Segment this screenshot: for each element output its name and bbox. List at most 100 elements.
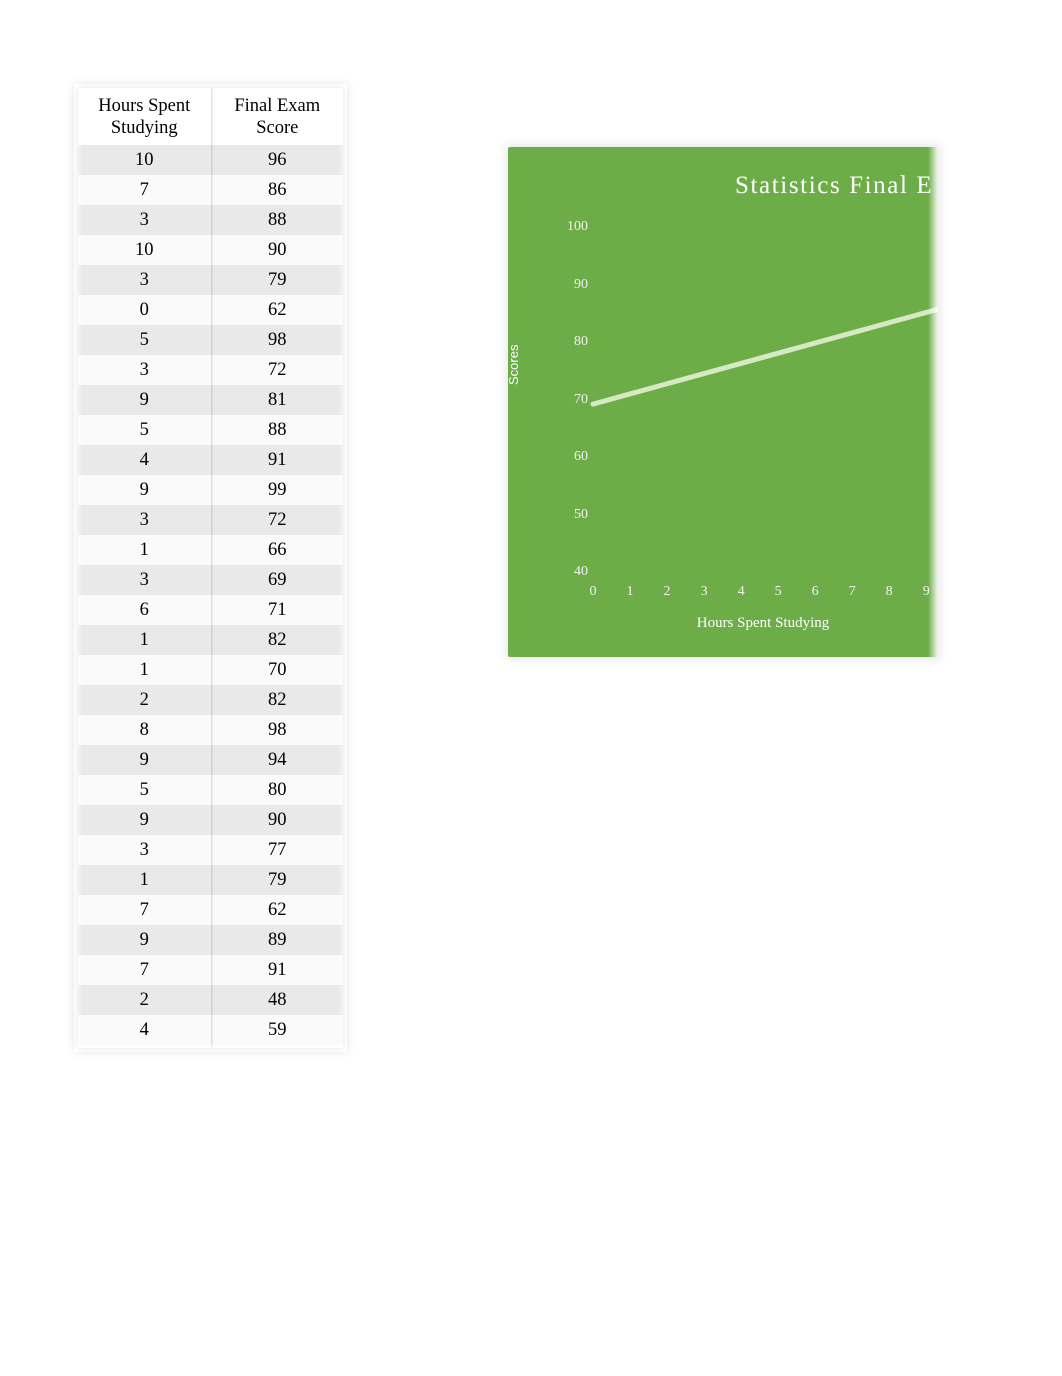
study-scores-table: Hours Spent Studying Final Exam Score 10… xyxy=(78,88,343,1045)
chart-x-axis-tick-labels: 0 1 2 3 4 5 6 7 8 9 xyxy=(590,584,938,604)
table-row: 3 72 xyxy=(78,355,343,385)
chart-title: Statistics Final E xyxy=(735,172,934,199)
cell-hours-spent-studying: 3 xyxy=(78,565,212,595)
table-row: 1 70 xyxy=(78,655,343,685)
table-row: 4 91 xyxy=(78,445,343,475)
table-row: 6 71 xyxy=(78,595,343,625)
column-header-hours-line1: Hours Spent xyxy=(98,96,191,116)
cell-hours-spent-studying: 3 xyxy=(78,355,212,385)
table-row: 1 82 xyxy=(78,625,343,655)
x-tick-label: 7 xyxy=(848,584,856,599)
cell-final-exam-score: 90 xyxy=(210,805,343,835)
cell-final-exam-score: 88 xyxy=(210,205,343,235)
cell-hours-spent-studying: 4 xyxy=(78,1015,212,1045)
cell-hours-spent-studying: 1 xyxy=(78,625,212,655)
column-header-score-line1: Final Exam xyxy=(234,96,321,116)
chart-plot-area xyxy=(590,227,938,572)
table-row: 4 59 xyxy=(78,1015,343,1045)
cell-hours-spent-studying: 9 xyxy=(78,475,212,505)
table-row: 3 79 xyxy=(78,265,343,295)
cell-hours-spent-studying: 7 xyxy=(78,895,212,925)
cell-final-exam-score: 70 xyxy=(210,655,343,685)
cell-hours-spent-studying: 0 xyxy=(78,295,212,325)
table-row: 2 82 xyxy=(78,685,343,715)
cell-final-exam-score: 89 xyxy=(210,925,343,955)
cell-hours-spent-studying: 5 xyxy=(78,415,212,445)
cell-final-exam-score: 72 xyxy=(210,505,343,535)
cell-final-exam-score: 71 xyxy=(210,595,343,625)
cell-hours-spent-studying: 7 xyxy=(78,955,212,985)
cell-final-exam-score: 79 xyxy=(210,865,343,895)
chart-x-axis-title: Hours Spent Studying xyxy=(696,615,830,631)
table-row: 8 98 xyxy=(78,715,343,745)
statistics-final-exam-scatter-chart[interactable]: Statistics Final E Scores 100 90 80 70 60 50 4… xyxy=(508,147,938,657)
column-header-score-line2: Score xyxy=(256,118,299,138)
chart-trendline xyxy=(590,306,938,407)
cell-final-exam-score: 82 xyxy=(210,625,343,655)
cell-hours-spent-studying: 4 xyxy=(78,445,212,475)
cell-final-exam-score: 80 xyxy=(210,775,343,805)
cell-final-exam-score: 96 xyxy=(210,145,343,175)
table-body: 10 96 7 86 3 88 10 90 3 79 0 62 5 98 3 72 9 81 5 88 4 91 9 99 3 7… xyxy=(78,145,343,1045)
table-row: 9 90 xyxy=(78,805,343,835)
table-row: 3 72 xyxy=(78,505,343,535)
table-row: 5 80 xyxy=(78,775,343,805)
table-row: 9 81 xyxy=(78,385,343,415)
y-tick-label: 70 xyxy=(574,391,588,407)
cell-final-exam-score: 62 xyxy=(210,295,343,325)
table-row: 5 88 xyxy=(78,415,343,445)
table-row: 3 69 xyxy=(78,565,343,595)
cell-final-exam-score: 90 xyxy=(210,235,343,265)
cell-final-exam-score: 66 xyxy=(210,535,343,565)
cell-hours-spent-studying: 9 xyxy=(78,385,212,415)
y-tick-label: 60 xyxy=(574,449,588,464)
cell-hours-spent-studying: 2 xyxy=(78,685,212,715)
x-tick-label: 9 xyxy=(922,584,930,599)
column-header-hours-spent-studying: Hours Spent Studying xyxy=(78,88,212,145)
cell-final-exam-score: 77 xyxy=(210,835,343,865)
cell-hours-spent-studying: 1 xyxy=(78,865,212,895)
cell-final-exam-score: 81 xyxy=(210,385,343,415)
table-row: 7 62 xyxy=(78,895,343,925)
y-tick-label: 90 xyxy=(574,276,588,292)
cell-final-exam-score: 82 xyxy=(210,685,343,715)
x-tick-label: 8 xyxy=(885,584,893,599)
cell-final-exam-score: 48 xyxy=(210,985,343,1015)
table-row: 2 48 xyxy=(78,985,343,1015)
table-header-row: Hours Spent Studying Final Exam Score xyxy=(78,88,343,145)
cell-final-exam-score: 62 xyxy=(210,895,343,925)
table-row: 3 88 xyxy=(78,205,343,235)
y-tick-label: 80 xyxy=(574,334,588,349)
cell-hours-spent-studying: 10 xyxy=(78,235,212,265)
study-scores-table-container: Hours Spent Studying Final Exam Score 10… xyxy=(74,84,347,1052)
table-row: 9 89 xyxy=(78,925,343,955)
cell-final-exam-score: 86 xyxy=(210,175,343,205)
table-row: 1 66 xyxy=(78,535,343,565)
cell-final-exam-score: 59 xyxy=(210,1015,343,1045)
table-row: 5 98 xyxy=(78,325,343,355)
column-header-hours-line2: Studying xyxy=(110,118,178,138)
cell-hours-spent-studying: 5 xyxy=(78,325,212,355)
table-row: 10 90 xyxy=(78,235,343,265)
table-row: 0 62 xyxy=(78,295,343,325)
cell-final-exam-score: 88 xyxy=(210,415,343,445)
cell-hours-spent-studying: 2 xyxy=(78,985,212,1015)
y-tick-label: 50 xyxy=(574,506,588,522)
x-tick-label: 1 xyxy=(626,584,634,599)
cell-hours-spent-studying: 3 xyxy=(78,205,212,235)
cell-hours-spent-studying: 9 xyxy=(78,805,212,835)
x-tick-label: 2 xyxy=(663,584,671,599)
cell-hours-spent-studying: 9 xyxy=(78,745,212,775)
cell-hours-spent-studying: 3 xyxy=(78,835,212,865)
cell-final-exam-score: 91 xyxy=(210,445,343,475)
x-tick-label: 5 xyxy=(774,584,782,599)
x-tick-label: 6 xyxy=(811,584,819,599)
cell-final-exam-score: 98 xyxy=(210,715,343,745)
trendline-segment xyxy=(590,306,938,407)
chart-y-axis-title: Scores xyxy=(508,344,521,385)
cell-hours-spent-studying: 6 xyxy=(78,595,212,625)
table-row: 3 77 xyxy=(78,835,343,865)
cell-final-exam-score: 91 xyxy=(210,955,343,985)
cell-final-exam-score: 79 xyxy=(210,265,343,295)
cell-hours-spent-studying: 1 xyxy=(78,535,212,565)
